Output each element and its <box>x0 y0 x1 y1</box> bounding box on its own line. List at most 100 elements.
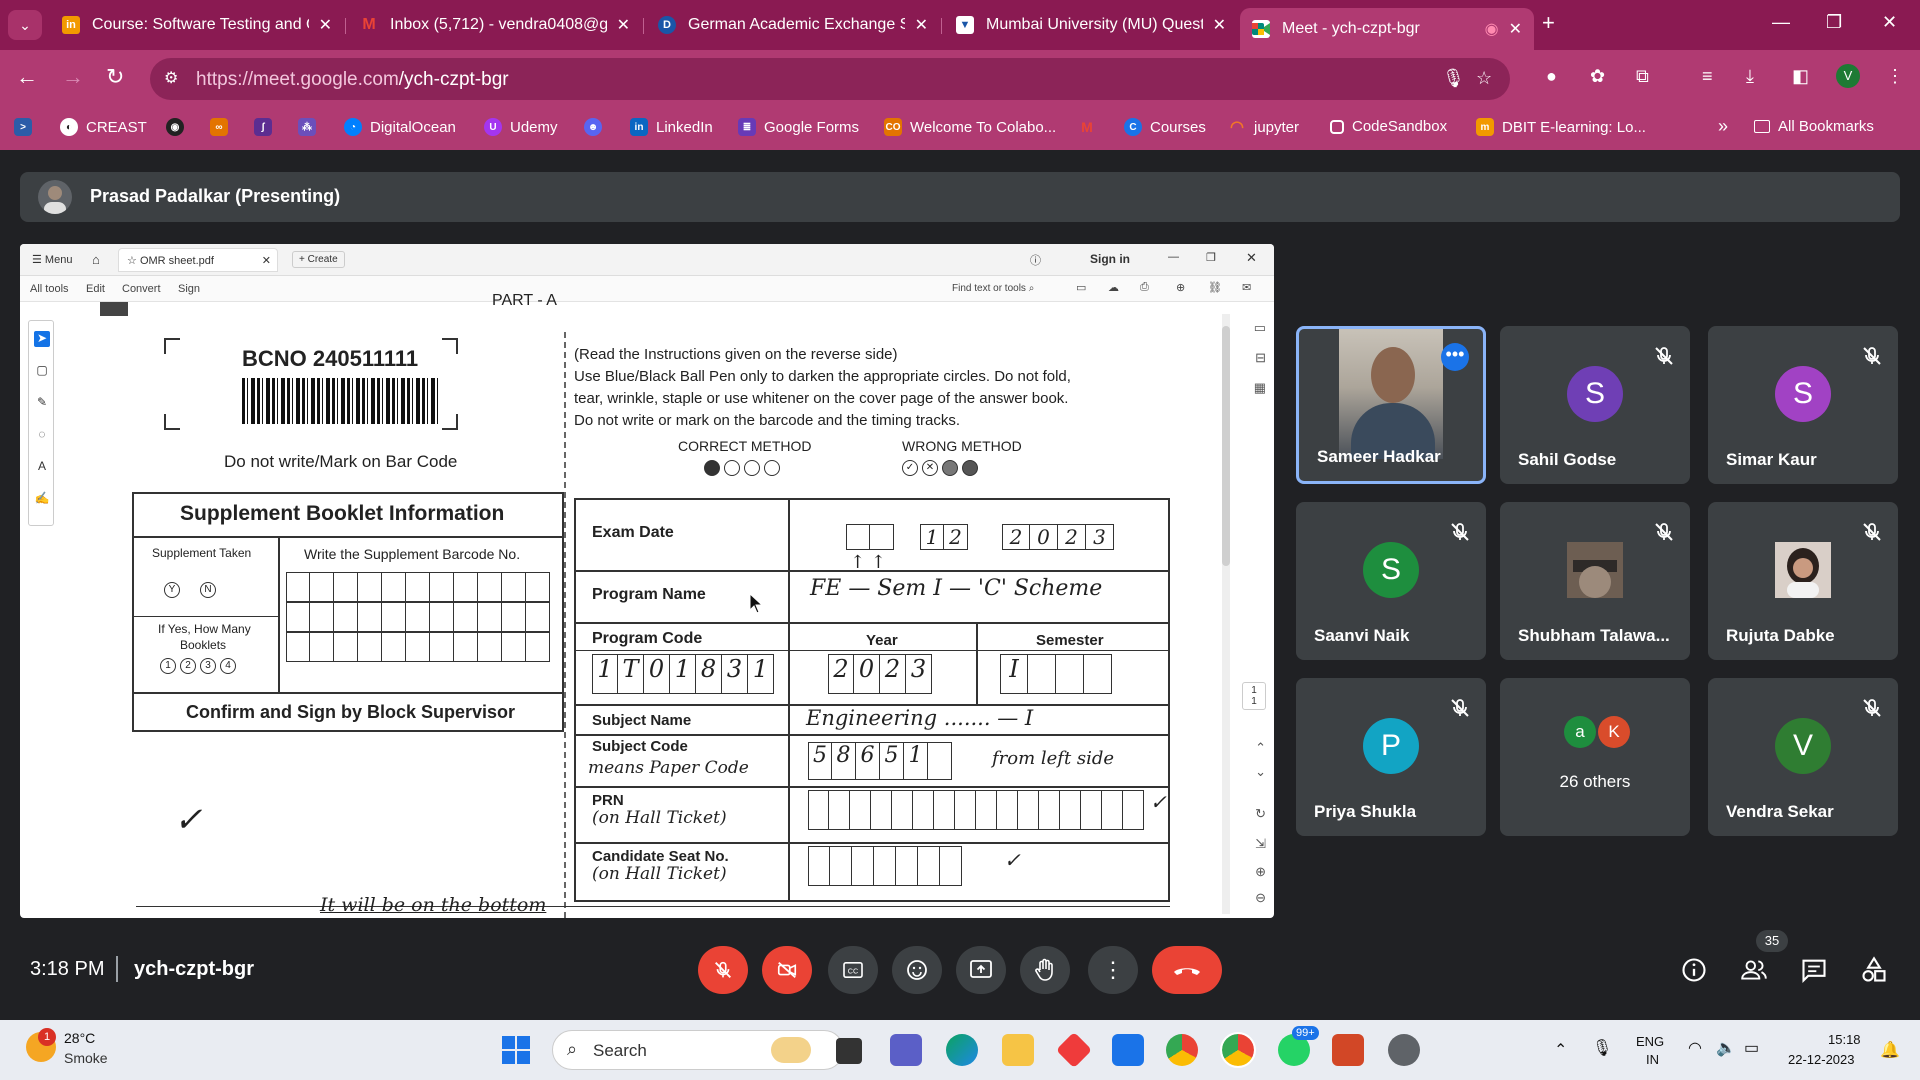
stamp-icon[interactable]: ✍ <box>34 491 50 507</box>
microphone-icon[interactable]: 🎙 <box>1442 68 1465 89</box>
bookmark-powershell[interactable]: > <box>14 118 40 136</box>
camera-toggle-button[interactable] <box>762 946 812 994</box>
bookmark-colab[interactable]: ∞ <box>210 118 236 136</box>
new-tab-button[interactable]: + <box>1542 10 1555 36</box>
tab-mu[interactable]: ▼ Mumbai University (MU) Questi ✕ <box>944 8 1238 42</box>
mic-toggle-button[interactable] <box>698 946 748 994</box>
participant-tile-shubham[interactable]: Shubham Talawa... <box>1500 502 1690 660</box>
home-icon[interactable]: ⌂ <box>92 252 100 267</box>
scroll-up-icon[interactable]: ⌃ <box>1255 740 1266 756</box>
page-indicator[interactable]: 11 <box>1242 682 1266 710</box>
participant-tile-others[interactable]: a K 26 others <box>1500 678 1690 836</box>
share-icon[interactable]: ⊕ <box>1176 281 1185 294</box>
email-icon[interactable]: ✉ <box>1242 281 1251 294</box>
site-info-icon[interactable]: ⚙ <box>164 68 178 88</box>
close-icon[interactable]: ✕ <box>1213 15 1226 35</box>
scroll-down-icon[interactable]: ⌄ <box>1255 764 1266 780</box>
comment-icon[interactable]: ▢ <box>34 363 50 379</box>
bookmark-github[interactable]: ◉ <box>166 118 192 136</box>
rotate-icon[interactable]: ↻ <box>1255 806 1266 822</box>
participant-tile-sameer[interactable]: ••• Sameer Hadkar <box>1296 326 1486 484</box>
select-cursor-icon[interactable]: ➤ <box>34 331 50 347</box>
bookmark-jupyter[interactable]: ◠ jupyter <box>1228 118 1299 137</box>
zoom-in-icon[interactable]: ⊕ <box>1255 864 1266 880</box>
raise-hand-button[interactable] <box>1020 946 1070 994</box>
close-icon[interactable]: ✕ <box>319 15 332 35</box>
task-view-icon[interactable] <box>836 1038 862 1064</box>
close-icon[interactable]: ✕ <box>617 15 630 35</box>
pen-icon[interactable]: ✎ <box>34 395 50 411</box>
find-tools-input[interactable]: Find text or tools ⌕ <box>952 283 1034 294</box>
restore-button[interactable]: ❐ <box>1826 12 1842 33</box>
lasso-icon[interactable]: ◌ <box>34 427 50 443</box>
file-explorer-icon[interactable] <box>1002 1034 1034 1066</box>
bookmark-google-forms[interactable]: ≣ Google Forms <box>738 118 859 136</box>
taskbar-search[interactable]: ⌕ Search <box>552 1030 844 1070</box>
edge-icon[interactable] <box>946 1034 978 1066</box>
tab-meet[interactable]: Meet - ych-czpt-bgr ◉ ✕ <box>1240 8 1534 50</box>
windows-start-icon[interactable] <box>500 1034 532 1066</box>
tab-course[interactable]: in Course: Software Testing and Q ✕ <box>50 8 344 42</box>
region-indicator[interactable]: IN <box>1646 1052 1659 1067</box>
download-icon[interactable]: ⤓ <box>1746 66 1754 87</box>
comments-icon[interactable]: ▭ <box>1254 320 1266 336</box>
sign-in-button[interactable]: Sign in <box>1090 252 1130 266</box>
wifi-icon[interactable]: ◠ <box>1688 1038 1702 1058</box>
convert-button[interactable]: Convert <box>122 283 161 295</box>
tab-inbox[interactable]: M Inbox (5,712) - vendra0408@gm ✕ <box>348 8 642 42</box>
settings-icon[interactable] <box>1388 1034 1420 1066</box>
participant-tile-sahil[interactable]: S Sahil Godse <box>1500 326 1690 484</box>
participant-tile-simar[interactable]: S Simar Kaur <box>1708 326 1898 484</box>
clock-time[interactable]: 15:18 <box>1828 1032 1861 1047</box>
address-bar[interactable]: ⚙ https://meet.google.com/ych-czpt-bgr 🎙… <box>150 58 1510 100</box>
zoom-out-icon[interactable]: ⊖ <box>1255 890 1266 906</box>
leave-call-button[interactable] <box>1152 946 1222 994</box>
more-options-icon[interactable]: ••• <box>1441 343 1469 371</box>
bookmark-panel-icon[interactable]: ⊟ <box>1255 350 1266 366</box>
bookmark-digitalocean[interactable]: ◔ DigitalOcean <box>344 118 456 136</box>
bookmark-discord[interactable]: ☻ <box>584 118 610 136</box>
restore-button[interactable]: ❐ <box>1206 251 1216 264</box>
weather-temp[interactable]: 28°C <box>64 1030 95 1046</box>
document-tab[interactable]: ☆ OMR sheet.pdf ✕ <box>118 248 278 272</box>
battery-icon[interactable]: ▭ <box>1744 1038 1759 1058</box>
document-scrollbar[interactable] <box>1222 314 1230 914</box>
extension-icon[interactable]: ● <box>1546 66 1557 87</box>
bookmark-linkedin[interactable]: in LinkedIn <box>630 118 713 136</box>
bookmark-creast[interactable]: ◐ CREAST <box>60 118 147 136</box>
participant-tile-vendra[interactable]: V Vendra Sekar <box>1708 678 1898 836</box>
more-options-button[interactable]: ⋮ <box>1088 946 1138 994</box>
tab-search-button[interactable]: ⌄ <box>8 10 42 40</box>
reactions-button[interactable] <box>892 946 942 994</box>
clock-date[interactable]: 22-12-2023 <box>1788 1052 1855 1067</box>
fit-page-icon[interactable]: ⇲ <box>1255 836 1266 852</box>
chrome-profile-icon[interactable] <box>1220 1032 1256 1068</box>
present-button[interactable] <box>956 946 1006 994</box>
text-box-icon[interactable]: A <box>34 459 50 475</box>
chat-button[interactable] <box>1796 952 1832 988</box>
star-icon[interactable]: ☆ <box>127 255 137 267</box>
more-bookmarks-button[interactable]: » <box>1718 116 1728 137</box>
bookmark-gmail[interactable]: M <box>1078 118 1104 136</box>
hamburger-menu-icon[interactable]: ☰ Menu <box>32 253 72 266</box>
language-indicator[interactable]: ENG <box>1636 1034 1664 1049</box>
create-tab-button[interactable]: + Create <box>292 251 345 268</box>
powerpoint-icon[interactable] <box>1332 1034 1364 1066</box>
minimize-button[interactable]: — <box>1772 12 1790 33</box>
extensions-puzzle-icon[interactable]: ⧉ <box>1636 66 1649 87</box>
microphone-icon[interactable]: 🎙 <box>1592 1038 1612 1058</box>
anydesk-icon[interactable] <box>1055 1031 1093 1069</box>
cookie-icon[interactable]: ✿ <box>1590 66 1605 87</box>
close-icon[interactable]: ✕ <box>262 254 271 267</box>
mail-icon[interactable] <box>1112 1034 1144 1066</box>
forward-button[interactable]: → <box>62 64 84 90</box>
bookmark-udemy[interactable]: U Udemy <box>484 118 558 136</box>
tab-daad[interactable]: D German Academic Exchange Se ✕ <box>646 8 940 42</box>
sign-button[interactable]: Sign <box>178 283 200 295</box>
reload-button[interactable]: ↻ <box>106 64 124 90</box>
edit-button[interactable]: Edit <box>86 283 105 295</box>
chevron-up-icon[interactable]: ⌃ <box>1554 1040 1567 1060</box>
link-icon[interactable]: ⛓ <box>1208 281 1222 294</box>
participant-tile-priya[interactable]: P Priya Shukla <box>1296 678 1486 836</box>
help-icon[interactable]: ⓘ <box>1030 252 1041 268</box>
